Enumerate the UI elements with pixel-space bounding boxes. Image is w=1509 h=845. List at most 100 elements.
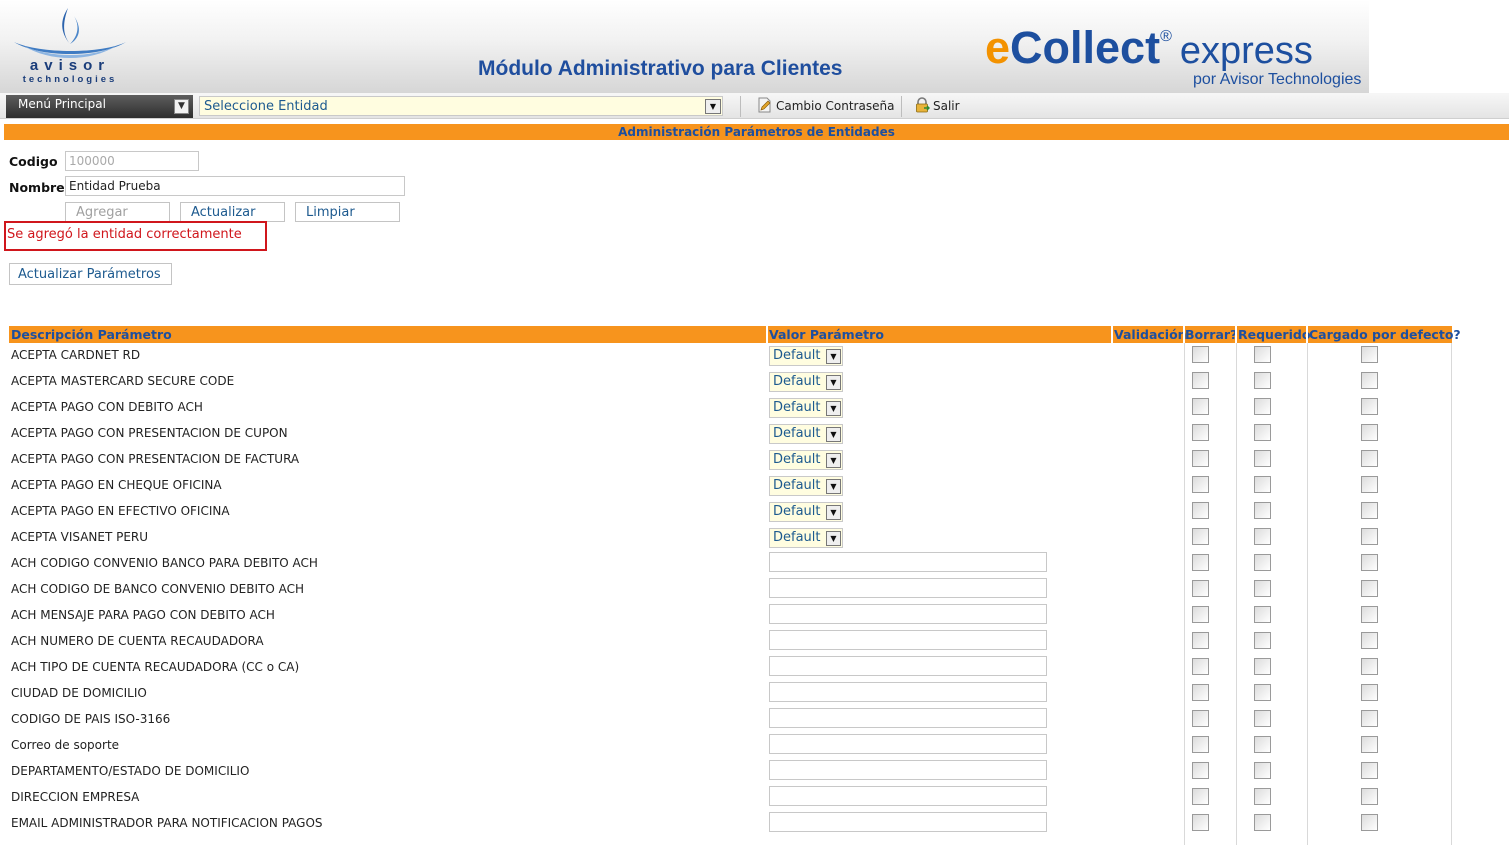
delete-checkbox[interactable] bbox=[1192, 450, 1209, 467]
required-checkbox[interactable] bbox=[1254, 788, 1271, 805]
change-password-link[interactable]: Cambio Contraseña bbox=[757, 97, 894, 113]
required-checkbox[interactable] bbox=[1254, 658, 1271, 675]
delete-checkbox[interactable] bbox=[1192, 528, 1209, 545]
nombre-field[interactable]: Entidad Prueba bbox=[65, 176, 405, 196]
delete-checkbox[interactable] bbox=[1192, 658, 1209, 675]
delete-checkbox[interactable] bbox=[1192, 684, 1209, 701]
required-checkbox[interactable] bbox=[1254, 762, 1271, 779]
default-loaded-checkbox[interactable] bbox=[1361, 814, 1378, 831]
parameter-value-input[interactable] bbox=[769, 812, 1047, 832]
parameter-value-input[interactable] bbox=[769, 708, 1047, 728]
parameter-value-select[interactable]: Default ▼ bbox=[769, 476, 843, 496]
parameter-value-input[interactable] bbox=[769, 786, 1047, 806]
default-loaded-checkbox[interactable] bbox=[1361, 762, 1378, 779]
delete-checkbox[interactable] bbox=[1192, 788, 1209, 805]
delete-checkbox[interactable] bbox=[1192, 502, 1209, 519]
default-loaded-checkbox[interactable] bbox=[1361, 528, 1378, 545]
default-loaded-checkbox[interactable] bbox=[1361, 502, 1378, 519]
delete-checkbox[interactable] bbox=[1192, 346, 1209, 363]
parameter-value-select[interactable]: Default ▼ bbox=[769, 346, 843, 366]
delete-checkbox[interactable] bbox=[1192, 606, 1209, 623]
required-checkbox[interactable] bbox=[1254, 606, 1271, 623]
chevron-down-icon: ▼ bbox=[174, 99, 189, 114]
required-checkbox[interactable] bbox=[1254, 814, 1271, 831]
parameter-value-input[interactable] bbox=[769, 734, 1047, 754]
default-loaded-checkbox[interactable] bbox=[1361, 788, 1378, 805]
add-button[interactable]: Agregar bbox=[65, 202, 170, 222]
parameter-value-select-text: Default bbox=[773, 426, 821, 441]
default-loaded-checkbox[interactable] bbox=[1361, 476, 1378, 493]
default-loaded-checkbox[interactable] bbox=[1361, 450, 1378, 467]
parameter-value-input[interactable] bbox=[769, 630, 1047, 650]
parameter-value-select[interactable]: Default ▼ bbox=[769, 424, 843, 444]
delete-checkbox[interactable] bbox=[1192, 736, 1209, 753]
table-row: ACEPTA PAGO CON PRESENTACION DE CUPON Def… bbox=[9, 421, 1451, 447]
required-checkbox[interactable] bbox=[1254, 554, 1271, 571]
parameter-value-select[interactable]: Default ▼ bbox=[769, 450, 843, 470]
default-loaded-checkbox[interactable] bbox=[1361, 424, 1378, 441]
parameter-value-input[interactable] bbox=[769, 656, 1047, 676]
delete-checkbox[interactable] bbox=[1192, 632, 1209, 649]
parameter-value-input[interactable] bbox=[769, 578, 1047, 598]
default-loaded-checkbox[interactable] bbox=[1361, 710, 1378, 727]
clear-button[interactable]: Limpiar bbox=[295, 202, 400, 222]
entity-select[interactable]: Seleccione Entidad ▼ bbox=[199, 96, 723, 116]
required-checkbox[interactable] bbox=[1254, 398, 1271, 415]
default-loaded-checkbox[interactable] bbox=[1361, 554, 1378, 571]
header-divider bbox=[1111, 326, 1113, 343]
delete-checkbox[interactable] bbox=[1192, 814, 1209, 831]
delete-checkbox[interactable] bbox=[1192, 554, 1209, 571]
required-checkbox[interactable] bbox=[1254, 580, 1271, 597]
parameter-value-select[interactable]: Default ▼ bbox=[769, 372, 843, 392]
default-loaded-checkbox[interactable] bbox=[1361, 658, 1378, 675]
required-checkbox[interactable] bbox=[1254, 372, 1271, 389]
entity-select-value: Seleccione Entidad bbox=[204, 99, 328, 114]
table-row: DEPARTAMENTO/ESTADO DE DOMICILIO bbox=[9, 759, 1451, 785]
delete-checkbox[interactable] bbox=[1192, 424, 1209, 441]
delete-checkbox[interactable] bbox=[1192, 762, 1209, 779]
toolbar-divider bbox=[740, 96, 741, 117]
parameter-value-select[interactable]: Default ▼ bbox=[769, 528, 843, 548]
parameter-value-input[interactable] bbox=[769, 760, 1047, 780]
parameter-value-input[interactable] bbox=[769, 682, 1047, 702]
parameter-value-select-text: Default bbox=[773, 504, 821, 519]
change-password-label: Cambio Contraseña bbox=[776, 99, 895, 113]
required-checkbox[interactable] bbox=[1254, 684, 1271, 701]
parameter-value-input[interactable] bbox=[769, 604, 1047, 624]
parameter-description: ACEPTA PAGO CON PRESENTACION DE FACTURA bbox=[11, 452, 300, 466]
required-checkbox[interactable] bbox=[1254, 528, 1271, 545]
update-button[interactable]: Actualizar bbox=[180, 202, 285, 222]
delete-checkbox[interactable] bbox=[1192, 710, 1209, 727]
default-loaded-checkbox[interactable] bbox=[1361, 736, 1378, 753]
exit-link[interactable]: Salir bbox=[914, 97, 960, 113]
lock-exit-icon bbox=[916, 97, 930, 113]
required-checkbox[interactable] bbox=[1254, 450, 1271, 467]
required-checkbox[interactable] bbox=[1254, 632, 1271, 649]
required-checkbox[interactable] bbox=[1254, 476, 1271, 493]
default-loaded-checkbox[interactable] bbox=[1361, 684, 1378, 701]
required-checkbox[interactable] bbox=[1254, 424, 1271, 441]
required-checkbox[interactable] bbox=[1254, 736, 1271, 753]
required-checkbox[interactable] bbox=[1254, 710, 1271, 727]
delete-checkbox[interactable] bbox=[1192, 398, 1209, 415]
parameter-value-select[interactable]: Default ▼ bbox=[769, 502, 843, 522]
parameter-value-select[interactable]: Default ▼ bbox=[769, 398, 843, 418]
success-message: Se agregó la entidad correctamente bbox=[7, 227, 242, 242]
delete-checkbox[interactable] bbox=[1192, 372, 1209, 389]
default-loaded-checkbox[interactable] bbox=[1361, 398, 1378, 415]
dropdown-arrow-icon: ▼ bbox=[826, 401, 841, 416]
column-header-required: Requerido bbox=[1238, 327, 1311, 342]
parameter-value-input[interactable] bbox=[769, 552, 1047, 572]
update-parameters-button[interactable]: Actualizar Parámetros bbox=[9, 263, 172, 285]
delete-checkbox[interactable] bbox=[1192, 580, 1209, 597]
default-loaded-checkbox[interactable] bbox=[1361, 632, 1378, 649]
required-checkbox[interactable] bbox=[1254, 502, 1271, 519]
default-loaded-checkbox[interactable] bbox=[1361, 346, 1378, 363]
default-loaded-checkbox[interactable] bbox=[1361, 606, 1378, 623]
delete-checkbox[interactable] bbox=[1192, 476, 1209, 493]
codigo-field[interactable]: 100000 bbox=[65, 151, 199, 171]
main-menu-button[interactable]: Menú Principal ▼ bbox=[6, 95, 193, 118]
required-checkbox[interactable] bbox=[1254, 346, 1271, 363]
default-loaded-checkbox[interactable] bbox=[1361, 580, 1378, 597]
default-loaded-checkbox[interactable] bbox=[1361, 372, 1378, 389]
